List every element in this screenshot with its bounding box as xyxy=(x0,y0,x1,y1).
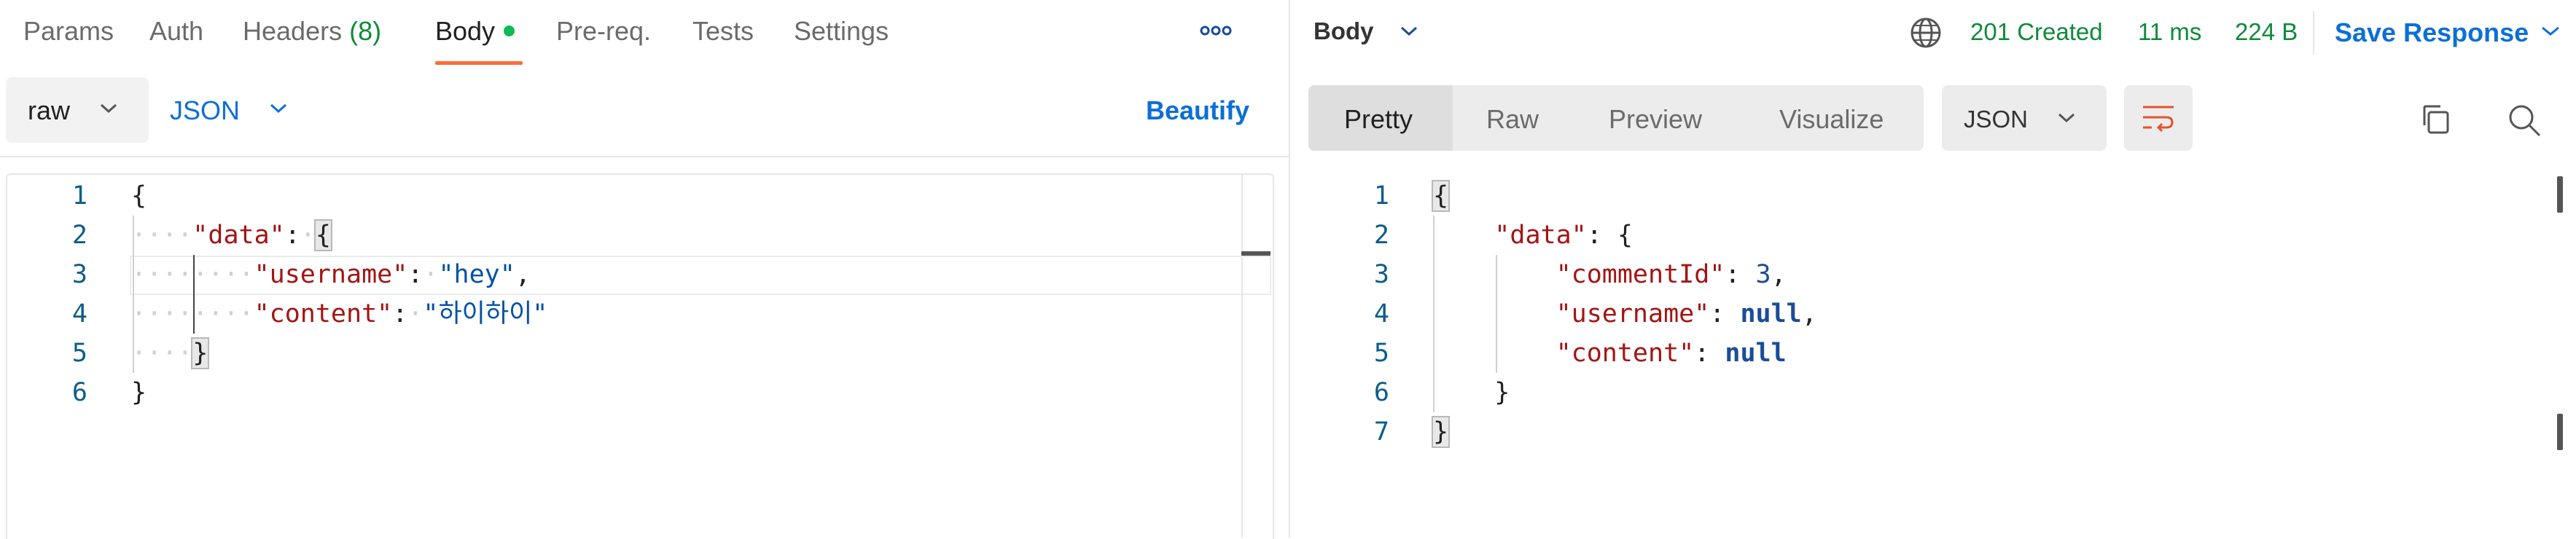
tab-auth[interactable]: Auth xyxy=(149,16,203,47)
chevron-down-icon xyxy=(1400,25,1418,42)
response-format-select[interactable]: JSON xyxy=(1942,85,2107,151)
toolbar-divider xyxy=(0,156,1289,157)
body-mode-select[interactable]: raw xyxy=(6,77,149,143)
active-tab-underline xyxy=(435,61,523,65)
line-number: 1 xyxy=(1373,181,1389,211)
beautify-button[interactable]: Beautify xyxy=(1146,95,1249,126)
response-scrollbar-thumb[interactable] xyxy=(2557,414,2563,450)
save-response-button[interactable]: Save Response xyxy=(2335,16,2575,50)
wrap-lines-button[interactable] xyxy=(2124,85,2193,151)
response-time[interactable]: 11 ms xyxy=(2138,18,2201,46)
response-status[interactable]: 201 Created xyxy=(1970,18,2103,46)
view-tab-raw[interactable]: Raw xyxy=(1453,85,1569,151)
toolbar-separator xyxy=(2313,11,2314,55)
code-line-4: ········"content":·"하이하이" xyxy=(131,299,548,328)
response-section-select[interactable]: Body xyxy=(1314,16,1430,50)
globe-icon[interactable] xyxy=(1909,16,1943,53)
view-tab-pretty[interactable]: Pretty xyxy=(1308,85,1453,151)
line-number: 1 xyxy=(71,181,87,211)
chevron-down-icon xyxy=(2057,111,2076,128)
line-number: 7 xyxy=(1373,417,1389,446)
view-tab-preview[interactable]: Preview xyxy=(1571,85,1753,151)
view-tab-visualize[interactable]: Visualize xyxy=(1753,85,1924,151)
editor-scrollbar-track xyxy=(1241,175,1243,538)
body-format-select[interactable]: JSON xyxy=(170,77,301,143)
chevron-down-icon xyxy=(99,102,118,119)
tab-params[interactable]: Params xyxy=(23,16,114,47)
code-line-3: ········"username":·"hey", xyxy=(131,260,531,289)
line-number: 6 xyxy=(71,378,87,407)
tab-headers[interactable]: Headers (8) xyxy=(243,16,381,47)
line-number: 2 xyxy=(1373,221,1389,250)
search-icon[interactable] xyxy=(2506,102,2542,142)
save-response-label: Save Response xyxy=(2335,17,2529,47)
wrap-lines-icon xyxy=(2142,103,2175,137)
tab-pre-req[interactable]: Pre-req. xyxy=(556,16,651,47)
tab-tests[interactable]: Tests xyxy=(692,16,754,47)
more-horizontal-icon[interactable] xyxy=(1199,22,1233,43)
response-code-line-6: } xyxy=(1494,378,1510,407)
response-code-line-2: "data": { xyxy=(1494,221,1633,250)
line-number: 6 xyxy=(1373,378,1389,407)
copy-icon[interactable] xyxy=(2419,102,2454,141)
line-number: 5 xyxy=(71,339,87,368)
response-code-line-4: "username": null, xyxy=(1556,299,1817,328)
chevron-down-icon xyxy=(2540,25,2561,42)
response-format-value: JSON xyxy=(1964,106,2029,133)
response-scrollbar-thumb[interactable] xyxy=(2557,176,2563,213)
response-size[interactable]: 224 B xyxy=(2235,18,2298,46)
code-line-5: ····} xyxy=(131,337,210,369)
line-number: 4 xyxy=(1373,299,1389,328)
response-section-label: Body xyxy=(1314,17,1374,44)
chevron-down-icon xyxy=(269,102,288,119)
tab-settings[interactable]: Settings xyxy=(794,16,889,47)
line-number: 5 xyxy=(1373,339,1389,368)
line-number: 3 xyxy=(71,260,87,289)
line-number: 3 xyxy=(1373,260,1389,289)
body-active-dot xyxy=(504,25,515,36)
panel-divider[interactable] xyxy=(1289,0,1290,538)
response-view-tabs: Pretty Raw Preview Visualize xyxy=(1308,85,1924,151)
body-mode-value: raw xyxy=(28,95,71,125)
code-line-2: ····"data":·{ xyxy=(131,219,332,251)
body-format-value: JSON xyxy=(170,95,241,125)
response-code-line-1: { xyxy=(1431,180,1451,212)
line-number: 2 xyxy=(71,221,87,250)
response-code-line-5: "content": null xyxy=(1556,339,1787,368)
tab-body[interactable]: Body xyxy=(435,16,515,47)
line-number: 4 xyxy=(71,299,87,328)
code-line-1: { xyxy=(131,181,147,211)
code-line-6: } xyxy=(131,378,147,407)
response-code-line-3: "commentId": 3, xyxy=(1556,260,1787,289)
headers-count: (8) xyxy=(349,16,382,46)
response-code-line-7: } xyxy=(1431,416,1451,448)
